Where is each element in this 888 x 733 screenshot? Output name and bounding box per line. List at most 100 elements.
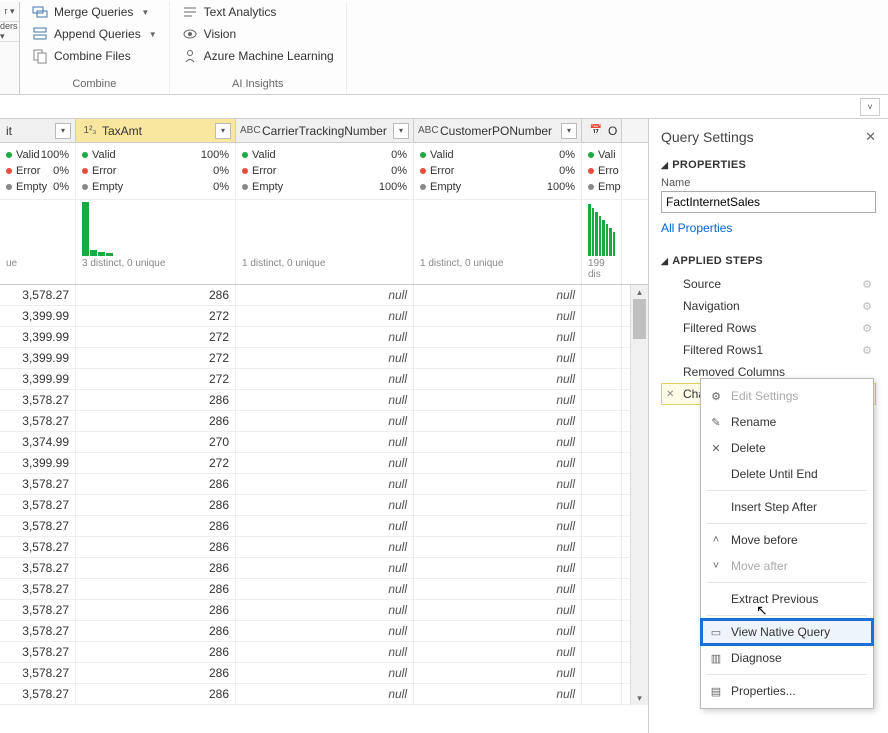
- type-icon[interactable]: 📅: [586, 125, 606, 136]
- applied-steps-header[interactable]: ◢ APPLIED STEPS: [661, 255, 876, 267]
- collapse-caret-icon: ◢: [661, 160, 668, 171]
- step-label: Navigation: [683, 299, 740, 313]
- scroll-up-arrow-icon[interactable]: ▴: [631, 285, 648, 299]
- table-cell: 3,578.27: [0, 621, 76, 641]
- step-label: Filtered Rows1: [683, 343, 763, 357]
- menu-item[interactable]: ▥Diagnose: [701, 645, 873, 671]
- table-cell: null: [414, 306, 582, 326]
- azure-ml-button[interactable]: Azure Machine Learning: [178, 46, 338, 66]
- table-cell: [582, 621, 622, 641]
- applied-step[interactable]: Source⚙: [661, 273, 876, 295]
- partial-btn-1[interactable]: ders ▾: [0, 22, 19, 42]
- gear-icon[interactable]: ⚙: [862, 278, 872, 291]
- menu-item[interactable]: ▭View Native Query: [701, 619, 873, 645]
- table-cell: 272: [76, 369, 236, 389]
- table-row[interactable]: 3,399.99272nullnull: [0, 306, 630, 327]
- merge-queries-button[interactable]: Merge Queries ▼: [28, 2, 161, 22]
- table-row[interactable]: 3,374.99270nullnull: [0, 432, 630, 453]
- table-cell: 272: [76, 348, 236, 368]
- table-row[interactable]: 3,578.27286nullnull: [0, 600, 630, 621]
- menu-separator: [707, 674, 867, 675]
- table-row[interactable]: 3,578.27286nullnull: [0, 579, 630, 600]
- column-filter-button[interactable]: ▾: [561, 123, 577, 139]
- quality-cell: Valid100%Error0%Empty0%: [0, 143, 76, 199]
- properties-section-header[interactable]: ◢ PROPERTIES: [661, 159, 876, 171]
- column-filter-button[interactable]: ▾: [215, 123, 231, 139]
- table-cell: [582, 432, 622, 452]
- menu-item-label: View Native Query: [731, 625, 830, 639]
- applied-step[interactable]: Filtered Rows⚙: [661, 317, 876, 339]
- column-header-ord[interactable]: 📅Ord: [582, 119, 622, 142]
- column-header-tax[interactable]: 1²₃TaxAmt▾: [76, 119, 236, 142]
- table-row[interactable]: 3,578.27286nullnull: [0, 516, 630, 537]
- menu-item[interactable]: Insert Step After: [701, 494, 873, 520]
- type-icon[interactable]: ABC: [418, 125, 438, 136]
- table-cell: null: [414, 348, 582, 368]
- column-header-ctn[interactable]: ABCCarrierTrackingNumber▾: [236, 119, 414, 142]
- text-analytics-button[interactable]: Text Analytics: [178, 2, 338, 22]
- table-row[interactable]: 3,578.27286nullnull: [0, 621, 630, 642]
- table-row[interactable]: 3,578.27286nullnull: [0, 537, 630, 558]
- delete-step-icon[interactable]: ✕: [666, 389, 674, 400]
- append-queries-button[interactable]: Append Queries ▼: [28, 24, 161, 44]
- table-cell: [582, 474, 622, 494]
- collapse-caret-icon: ◢: [661, 256, 668, 267]
- gear-icon[interactable]: ⚙: [862, 344, 872, 357]
- menu-item-label: Edit Settings: [731, 389, 798, 403]
- column-filter-button[interactable]: ▾: [393, 123, 409, 139]
- menu-item[interactable]: ✎Rename: [701, 409, 873, 435]
- query-name-input[interactable]: [661, 191, 876, 213]
- partial-btn-0[interactable]: r ▾: [0, 2, 19, 22]
- formula-expand-button[interactable]: ˅: [860, 98, 880, 116]
- vision-button[interactable]: Vision: [178, 24, 338, 44]
- table-row[interactable]: 3,578.27286nullnull: [0, 642, 630, 663]
- table-row[interactable]: 3,399.99272nullnull: [0, 453, 630, 474]
- table-row[interactable]: 3,399.99272nullnull: [0, 369, 630, 390]
- gear-icon[interactable]: ⚙: [862, 300, 872, 313]
- column-filter-button[interactable]: ▾: [55, 123, 71, 139]
- table-cell: [582, 453, 622, 473]
- menu-item-label: Diagnose: [731, 651, 782, 665]
- table-cell: [582, 327, 622, 347]
- menu-item[interactable]: ˄Move before: [701, 527, 873, 553]
- combine-files-button[interactable]: Combine Files: [28, 46, 161, 66]
- column-header-partial0[interactable]: it▾: [0, 119, 76, 142]
- merge-icon: [32, 4, 48, 20]
- table-row[interactable]: 3,399.99272nullnull: [0, 327, 630, 348]
- vertical-scrollbar[interactable]: ▴ ▾: [630, 285, 648, 705]
- table-cell: [582, 516, 622, 536]
- table-cell: null: [414, 369, 582, 389]
- applied-step[interactable]: Filtered Rows1 ⚙: [661, 339, 876, 361]
- table-cell: 3,578.27: [0, 516, 76, 536]
- applied-step[interactable]: Navigation ⚙: [661, 295, 876, 317]
- table-row[interactable]: 3,578.27286nullnull: [0, 285, 630, 306]
- table-row[interactable]: 3,578.27286nullnull: [0, 663, 630, 684]
- ai-group-label: AI Insights: [232, 76, 283, 94]
- scrollbar-thumb[interactable]: [633, 299, 646, 339]
- menu-item[interactable]: Extract Previous: [701, 586, 873, 612]
- menu-item[interactable]: ✕Delete: [701, 435, 873, 461]
- menu-item[interactable]: ▤Properties...: [701, 678, 873, 704]
- table-row[interactable]: 3,399.99272nullnull: [0, 348, 630, 369]
- menu-item[interactable]: Delete Until End: [701, 461, 873, 487]
- table-cell: 286: [76, 558, 236, 578]
- menu-item-icon: ⚙: [709, 390, 723, 403]
- all-properties-link[interactable]: All Properties: [661, 221, 732, 235]
- table-row[interactable]: 3,578.27286nullnull: [0, 390, 630, 411]
- table-cell: [582, 600, 622, 620]
- table-row[interactable]: 3,578.27286nullnull: [0, 495, 630, 516]
- gear-icon[interactable]: ⚙: [862, 322, 872, 335]
- scroll-down-arrow-icon[interactable]: ▾: [631, 691, 648, 705]
- table-cell: [582, 663, 622, 683]
- table-row[interactable]: 3,578.27286nullnull: [0, 411, 630, 432]
- table-cell: null: [236, 495, 414, 515]
- close-settings-button[interactable]: ✕: [865, 129, 876, 145]
- type-icon[interactable]: ABC: [240, 125, 260, 136]
- table-row[interactable]: 3,578.27286nullnull: [0, 684, 630, 705]
- column-name: CarrierTrackingNumber: [260, 124, 393, 138]
- table-row[interactable]: 3,578.27286nullnull: [0, 558, 630, 579]
- table-row[interactable]: 3,578.27286nullnull: [0, 474, 630, 495]
- column-header-cpo[interactable]: ABCCustomerPONumber▾: [414, 119, 582, 142]
- type-icon[interactable]: 1²₃: [80, 125, 100, 136]
- column-name: Ord: [606, 124, 617, 138]
